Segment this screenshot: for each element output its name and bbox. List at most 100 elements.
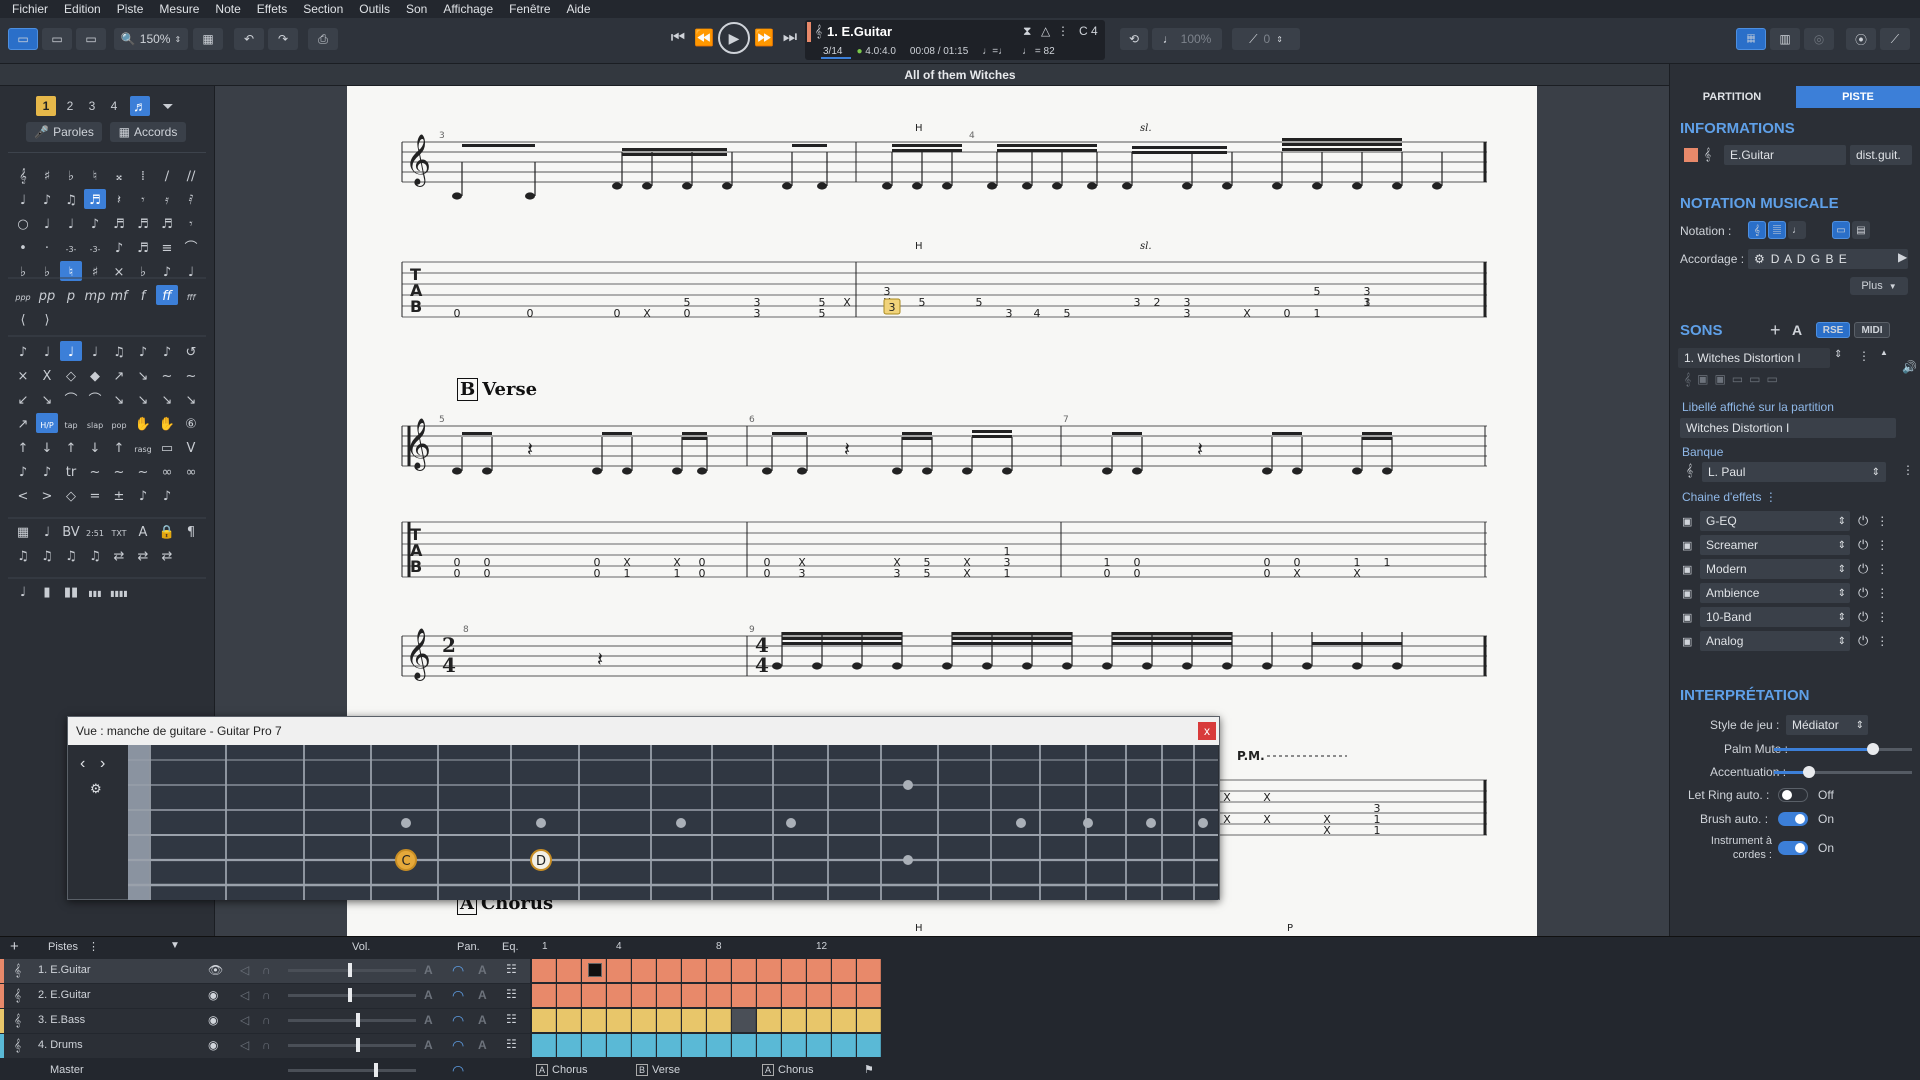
eq-icon[interactable]: ☷ (506, 1012, 517, 1026)
filter-icon[interactable]: ⏷ (158, 96, 178, 116)
midi-button[interactable]: MIDI (1854, 322, 1890, 338)
bar-cell[interactable] (782, 984, 806, 1007)
bar-cell[interactable] (707, 984, 731, 1007)
volume-knob[interactable] (356, 1013, 360, 1027)
automation-icon[interactable]: A (424, 1013, 433, 1027)
bar-cell[interactable] (807, 984, 831, 1007)
lcd-track-name[interactable]: 1. E.Guitar (827, 24, 892, 39)
play-icon[interactable]: ▶ (1898, 250, 1907, 264)
eye-icon[interactable]: ◉ (208, 1038, 218, 1052)
strings-toggle[interactable] (1778, 841, 1808, 855)
effect-select[interactable]: Analog ⇕ (1700, 631, 1850, 651)
effect-menu-icon[interactable]: ⋮ (1876, 610, 1888, 624)
pan-knob-icon[interactable]: ◠ (452, 962, 464, 979)
tracks-menu-icon[interactable]: ⋮ (88, 940, 99, 953)
accent-slider[interactable] (1774, 766, 1912, 778)
more-button[interactable]: Plus ▼ (1850, 277, 1908, 295)
forward-button[interactable]: ⏩ (752, 27, 776, 49)
menu-piste[interactable]: Piste (109, 2, 152, 16)
volume-slider[interactable] (288, 988, 416, 1002)
flag-icon[interactable]: ⚑ (864, 1063, 874, 1076)
headphones-icon[interactable]: ∩ (262, 1038, 271, 1052)
menu-note[interactable]: Note (207, 2, 248, 16)
zoom-select[interactable]: 🔍 150% ⇕ (114, 28, 188, 50)
bar-cell[interactable] (807, 959, 831, 982)
volume-knob[interactable] (356, 1038, 360, 1052)
track-row[interactable]: 𝄞 1. E.Guitar 👁 ◁ ∩ A ◠ A ☷ (0, 959, 530, 983)
automation-icon[interactable]: A (478, 1038, 487, 1052)
effect-menu-icon[interactable]: ⋮ (1876, 634, 1888, 648)
bar-cell[interactable] (657, 959, 681, 982)
drum-view-button[interactable]: ◎ (1804, 28, 1834, 50)
voice-2-button[interactable]: 2 (60, 96, 80, 116)
bar-cell[interactable] (682, 959, 706, 982)
voice-3-button[interactable]: 3 (82, 96, 102, 116)
track-color-swatch[interactable] (1684, 148, 1698, 162)
volume-slider[interactable] (288, 963, 416, 977)
voice-1-button[interactable]: 1 (36, 96, 56, 116)
close-button[interactable]: x (1198, 722, 1216, 740)
menu-effets[interactable]: Effets (249, 2, 295, 16)
style-select[interactable]: Médiator ⇕ (1786, 715, 1868, 735)
eq-icon[interactable]: ☷ (506, 962, 517, 976)
page-layout-button[interactable]: ▦ (193, 28, 223, 50)
menu-mesure[interactable]: Mesure (151, 2, 207, 16)
headphones-icon[interactable]: ∩ (262, 963, 271, 977)
bar-cell[interactable] (757, 1034, 781, 1057)
bar-cell[interactable] (582, 984, 606, 1007)
section-marker[interactable]: A Chorus (536, 1061, 587, 1079)
next-arrow-icon[interactable]: › (100, 755, 105, 773)
fretboard-titlebar[interactable]: Vue : manche de guitare - Guitar Pro 7 (68, 717, 1219, 745)
bar-cell[interactable] (557, 1034, 581, 1057)
effect-select[interactable]: Modern ⇕ (1700, 559, 1850, 579)
bar-cell[interactable] (707, 1034, 731, 1057)
bar-cell[interactable] (757, 984, 781, 1007)
bar-cell[interactable] (607, 1009, 631, 1032)
track-row[interactable]: 𝄞 3. E.Bass ◉ ◁ ∩ A ◠ A ☷ (0, 1009, 530, 1033)
power-icon[interactable]: ⏻ (1858, 561, 1868, 577)
bar-cell[interactable] (782, 1009, 806, 1032)
volume-slider[interactable] (288, 1013, 416, 1027)
notation-multi-button[interactable]: ▤ (1852, 221, 1870, 239)
play-button[interactable]: ▶ (718, 22, 750, 54)
menu-section[interactable]: Section (295, 2, 351, 16)
section-marker[interactable]: A Chorus (762, 1061, 813, 1079)
effect-row[interactable]: ▣ Modern ⇕ ⏻ ⋮ (1682, 558, 1907, 580)
master-volume-knob[interactable] (374, 1063, 378, 1077)
track-short-name-field[interactable]: dist.guit. (1850, 145, 1912, 165)
bar-cell[interactable] (657, 984, 681, 1007)
eye-icon[interactable]: 👁 (208, 963, 223, 977)
power-icon[interactable]: ⏻ (1858, 609, 1868, 625)
menu-fichier[interactable]: Fichier (4, 2, 56, 16)
brush-toggle[interactable] (1778, 812, 1808, 826)
bar-cell[interactable] (832, 984, 856, 1007)
headphones-icon[interactable]: ∩ (262, 988, 271, 1002)
bar-cell[interactable] (632, 1034, 656, 1057)
bar-cell[interactable] (657, 1034, 681, 1057)
view-horizontal-button[interactable]: ▭ (76, 28, 106, 50)
loop-button[interactable]: ⟲ (1120, 28, 1148, 50)
pitch-control[interactable]: ⟋ 0 ⇕ (1232, 28, 1300, 50)
bar-cell[interactable] (682, 1009, 706, 1032)
guitar-tool-button[interactable]: ⟋ (1880, 28, 1910, 50)
effect-menu-icon[interactable]: ⋮ (1876, 586, 1888, 600)
menu-edition[interactable]: Edition (56, 2, 109, 16)
bar-cell[interactable] (682, 984, 706, 1007)
eq-icon[interactable]: ☷ (506, 1037, 517, 1051)
tab-piste[interactable]: PISTE (1796, 86, 1920, 108)
lyrics-button[interactable]: 🎤 Paroles (26, 122, 102, 142)
bar-cell[interactable] (807, 1034, 831, 1057)
bar-cell[interactable] (532, 959, 556, 982)
mute-icon[interactable]: ◁ (240, 988, 249, 1002)
effect-row[interactable]: ▣ 10-Band ⇕ ⏻ ⋮ (1682, 606, 1907, 628)
bar-cell[interactable] (582, 1009, 606, 1032)
headphones-icon[interactable]: ∩ (262, 1013, 271, 1027)
power-icon[interactable]: ⏻ (1858, 537, 1868, 553)
menu-outils[interactable]: Outils (351, 2, 398, 16)
bar-cell[interactable] (782, 1034, 806, 1057)
bar-cell[interactable] (757, 959, 781, 982)
pan-knob-icon[interactable]: ◠ (452, 1037, 464, 1054)
effect-menu-icon[interactable]: ⋮ (1876, 538, 1888, 552)
bar-cell[interactable] (782, 959, 806, 982)
volume-slider[interactable] (288, 1038, 416, 1052)
